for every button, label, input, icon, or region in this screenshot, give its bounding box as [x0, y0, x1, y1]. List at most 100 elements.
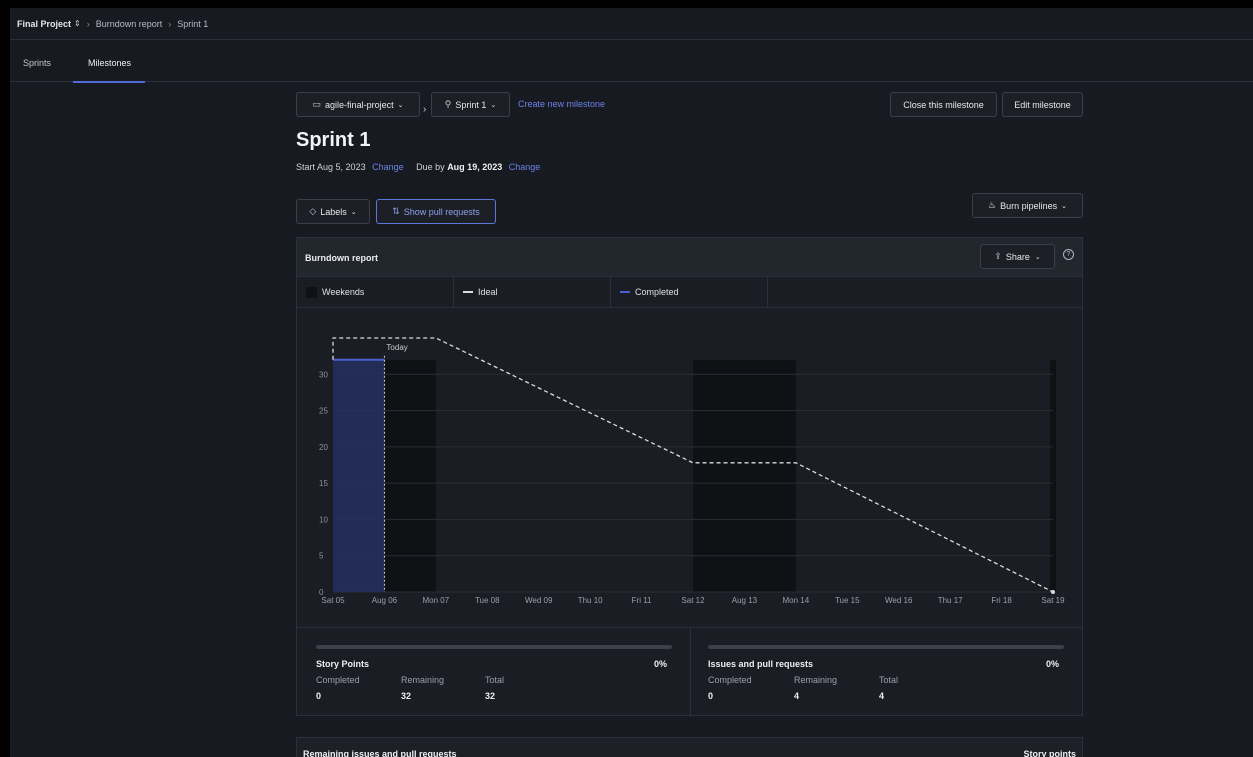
active-tab-indicator: [73, 81, 145, 83]
story-points-completed-label: Completed: [316, 675, 360, 685]
chevron-right-icon: ›: [168, 18, 172, 29]
create-milestone-link[interactable]: Create new milestone: [518, 99, 605, 109]
close-milestone-button[interactable]: Close this milestone: [890, 92, 997, 117]
repo-icon: ▭: [312, 99, 322, 109]
stats-section: Story Points 0% Completed Remaining Tota…: [297, 627, 1082, 717]
milestone-icon: ⚲: [444, 99, 452, 109]
weekend-swatch: [306, 286, 317, 298]
start-date: Aug 5, 2023: [317, 162, 366, 172]
x-tick-label: Fri 11: [632, 596, 652, 605]
y-tick-label: 20: [319, 443, 328, 452]
story-points-total: 32: [485, 691, 496, 701]
burn-pipelines-button[interactable]: ♨ Burn pipelines ⌄: [972, 193, 1083, 218]
show-pull-requests-label: Show pull requests: [403, 206, 480, 217]
completed-swatch: [620, 291, 630, 293]
change-start-link[interactable]: Change: [372, 162, 404, 172]
due-date: Aug 19, 2023: [447, 162, 503, 172]
issues-total: 4: [879, 691, 885, 701]
remaining-issues-header: Remaining issues and pull requests Story…: [296, 737, 1083, 757]
breadcrumb-project[interactable]: Final Project: [17, 19, 71, 29]
help-icon[interactable]: ?: [1063, 249, 1074, 260]
today-label: Today: [386, 343, 407, 352]
share-label: Share: [1005, 251, 1030, 262]
tag-icon: ◇: [309, 206, 317, 216]
legend-completed-label: Completed: [635, 287, 679, 297]
story-points-column[interactable]: Story points: [1023, 749, 1076, 757]
x-tick-label: Thu 17: [938, 596, 963, 605]
change-due-link[interactable]: Change: [509, 162, 541, 172]
y-tick-label: 5: [319, 552, 324, 561]
legend-ideal[interactable]: Ideal: [454, 277, 611, 307]
app-window: Final Project ⇕ › Burndown report › Spri…: [10, 8, 1253, 757]
chart-legend: Weekends Ideal Completed: [297, 277, 1082, 308]
legend-weekends-label: Weekends: [322, 287, 365, 297]
repo-select[interactable]: ▭ agile-final-project ⌄: [296, 92, 420, 117]
x-tick-label: Sat 19: [1041, 596, 1065, 605]
y-tick-label: 25: [319, 407, 328, 416]
story-points-remaining: 32: [401, 691, 412, 701]
tab-milestones[interactable]: Milestones: [88, 58, 131, 68]
repo-select-label: agile-final-project: [325, 99, 394, 110]
y-tick-label: 30: [319, 370, 328, 379]
issues-completed: 0: [708, 691, 714, 701]
burndown-title: Burndown report: [305, 253, 378, 263]
legend-ideal-label: Ideal: [478, 287, 498, 297]
x-tick-label: Aug 13: [732, 596, 758, 605]
burndown-header: Burndown report ⇪ Share ⌄ ?: [297, 238, 1082, 277]
pull-request-icon: ⇅: [392, 206, 400, 216]
chevron-right-icon: ›: [86, 18, 90, 29]
x-tick-label: Mon 07: [423, 596, 450, 605]
weekend-band: [1050, 359, 1056, 592]
page-title: Sprint 1: [296, 129, 371, 151]
story-points-total-label: Total: [485, 675, 505, 685]
sprint-select[interactable]: ⚲ Sprint 1 ⌄: [431, 92, 510, 117]
chevron-right-icon: ›: [423, 104, 427, 115]
story-points-progress: [316, 645, 672, 649]
story-points-title: Story Points: [316, 659, 370, 669]
legend-weekends[interactable]: Weekends: [297, 277, 454, 307]
burndown-chart: 051015202530Sat 05 Aug 06 Mon 07 Tue 08 Wed …: [319, 337, 1065, 605]
milestone-dates: Start Aug 5, 2023 Change Due by Aug 19, …: [296, 162, 550, 172]
chevron-down-icon: ⌄: [1061, 202, 1067, 210]
x-tick-label: Wed 09: [525, 596, 553, 605]
issues-completed-label: Completed: [708, 675, 752, 685]
issues-remaining: 4: [794, 691, 800, 701]
issues-progress: [708, 645, 1064, 649]
x-tick-label: Tue 08: [475, 596, 500, 605]
show-pull-requests-button[interactable]: ⇅ Show pull requests: [376, 199, 496, 224]
edit-milestone-button[interactable]: Edit milestone: [1002, 92, 1083, 117]
project-switch-icon[interactable]: ⇕: [74, 19, 81, 28]
chevron-down-icon: ⌄: [1034, 253, 1041, 261]
share-icon: ⇪: [994, 251, 1002, 261]
weekend-band: [693, 359, 796, 592]
chevron-down-icon: ⌄: [490, 101, 497, 109]
x-tick-label: Tue 15: [835, 596, 860, 605]
breadcrumb-burndown[interactable]: Burndown report: [96, 19, 163, 29]
completed-area: [333, 359, 385, 592]
stats-divider: [690, 628, 691, 717]
story-points-remaining-label: Remaining: [401, 675, 445, 685]
tab-bar: Sprints Milestones: [10, 41, 1253, 83]
burndown-panel: Burndown report ⇪ Share ⌄ ? Weekends Ide…: [296, 237, 1083, 717]
x-tick-label: Thu 10: [578, 596, 603, 605]
breadcrumb: Final Project ⇕ › Burndown report › Spri…: [10, 8, 1253, 40]
burn-pipelines-label: Burn pipelines: [1000, 200, 1058, 211]
x-tick-label: Fri 18: [991, 596, 1012, 605]
labels-filter-button[interactable]: ◇ Labels ⌄: [296, 199, 370, 224]
x-tick-label: Aug 06: [372, 596, 398, 605]
tab-sprints[interactable]: Sprints: [23, 58, 51, 68]
issues-title: Issues and pull requests: [708, 659, 814, 669]
sprint-select-label: Sprint 1: [455, 99, 487, 110]
remaining-issues-title: Remaining issues and pull requests: [303, 749, 457, 757]
legend-completed[interactable]: Completed: [611, 277, 768, 307]
y-tick-label: 10: [319, 515, 328, 524]
breadcrumb-sprint: Sprint 1: [177, 18, 209, 29]
share-button[interactable]: ⇪ Share ⌄: [980, 244, 1055, 269]
story-points-completed: 0: [316, 691, 322, 701]
start-prefix: Start: [296, 162, 316, 172]
flame-icon: ♨: [988, 200, 997, 210]
x-tick-label: Sat 05: [321, 596, 345, 605]
chevron-down-icon: ⌄: [350, 208, 357, 216]
issues-percent: 0%: [1046, 659, 1060, 669]
issues-remaining-label: Remaining: [794, 675, 838, 685]
